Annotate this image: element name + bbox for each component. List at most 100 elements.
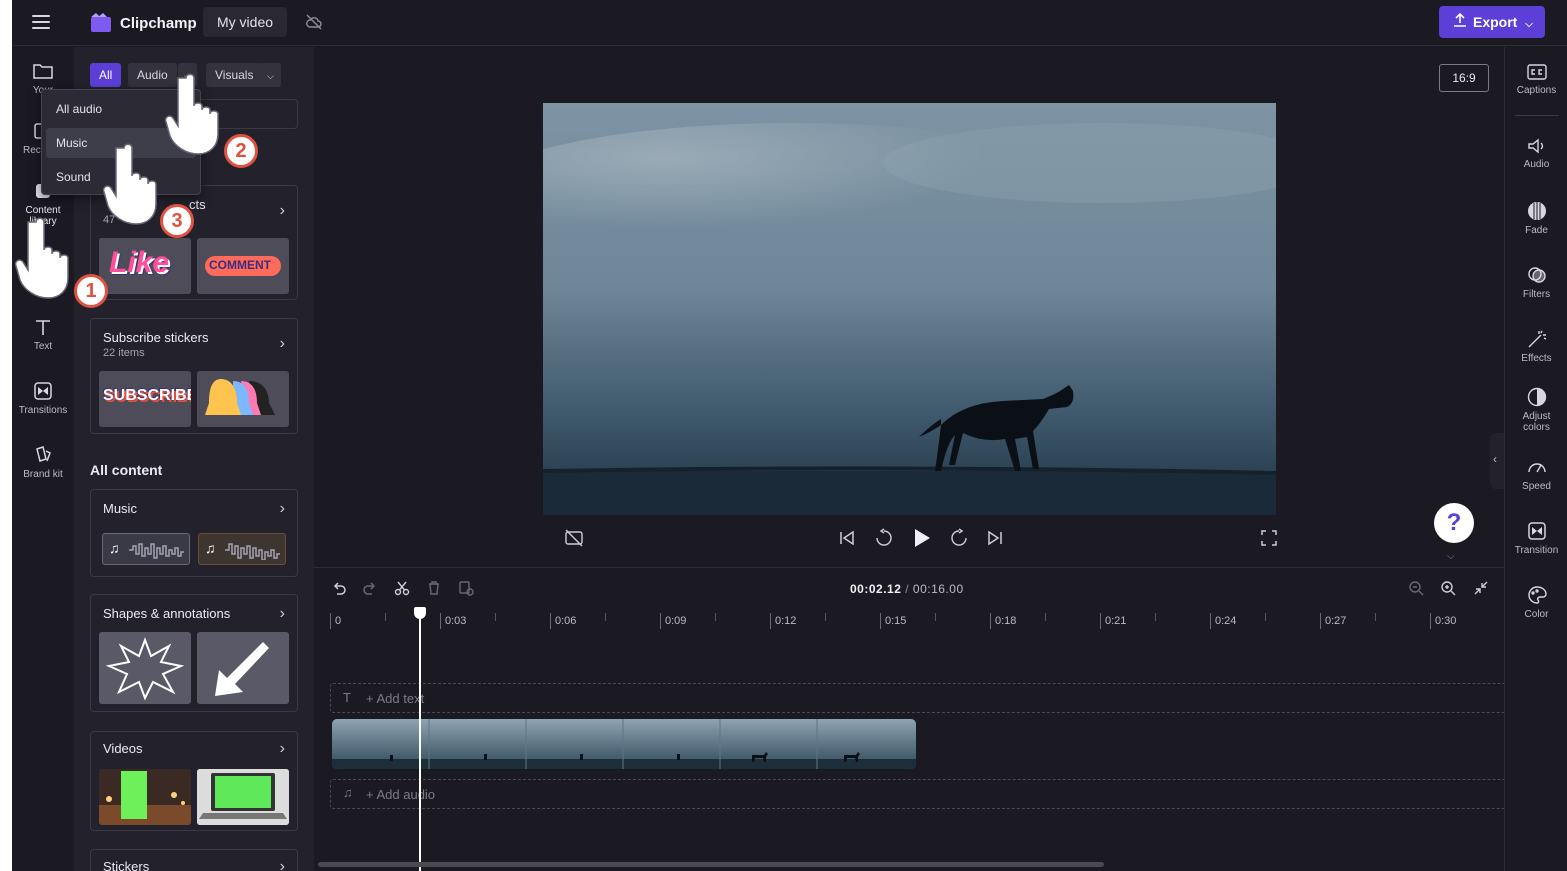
fade-icon [1527, 202, 1546, 220]
text-icon [36, 320, 50, 335]
ruler-tick [330, 613, 331, 629]
laptop-video-thumbnail[interactable] [197, 769, 289, 825]
video-preview-area: 16:9 ? ⌵ ‹ [314, 47, 1504, 567]
panel-adjust-colors[interactable]: Adjust colors [1505, 387, 1567, 433]
ruler-tick-label: 0:09 [665, 615, 687, 627]
filter-all[interactable]: All [90, 63, 122, 87]
step-badge-1: 1 [74, 274, 108, 308]
ruler-minor-tick [715, 613, 716, 621]
app-name: Clipchamp [120, 15, 197, 32]
chevron-right-icon: › [279, 335, 285, 352]
panel-captions[interactable]: Captions [1505, 63, 1567, 96]
app-window: Clipchamp My video Export ⌵ Your Reco cr… [12, 0, 1567, 871]
export-label: Export [1473, 14, 1518, 30]
music-track-thumbnail-2[interactable]: ♫ [198, 533, 286, 565]
project-title-field[interactable]: My video [203, 7, 288, 37]
ruler-minor-tick [1045, 613, 1046, 621]
time-ruler[interactable]: 0 0:03 0:06 0:09 0:12 0:15 0:18 0:21 0:24 0:27 0:3… [314, 568, 1504, 638]
card-subscribe-stickers[interactable]: Subscribe stickers 22 items › SUBSCRIBE [90, 318, 298, 434]
video-frame[interactable] [543, 103, 1276, 515]
playhead-line[interactable] [419, 613, 421, 871]
nav-text[interactable]: Text [12, 317, 74, 352]
ruler-tick-label: 0:21 [1105, 615, 1127, 627]
ruler-tick-label: 0:18 [995, 615, 1017, 627]
skip-to-start-icon[interactable] [838, 529, 856, 552]
ruler-minor-tick [1265, 613, 1266, 621]
fullscreen-icon[interactable] [1260, 529, 1278, 552]
ruler-tick [990, 613, 991, 629]
add-audio-button[interactable]: + Add audio [366, 787, 435, 802]
panel-effects[interactable]: Effects [1505, 329, 1567, 364]
comment-sticker-thumbnail[interactable]: COMMENT [197, 238, 289, 294]
hide-captions-icon[interactable] [564, 529, 584, 552]
filter-visuals-chevron[interactable]: ⌵ [260, 63, 281, 87]
forward-5s-icon[interactable] [949, 528, 969, 553]
ruler-tick-label: 0:24 [1215, 615, 1237, 627]
ruler-tick-label: 0:06 [555, 615, 577, 627]
ruler-minor-tick [495, 613, 496, 621]
nav-transitions[interactable]: Transitions [12, 381, 74, 416]
ruler-tick-label: 0:03 [445, 615, 467, 627]
chevron-right-icon: › [279, 858, 285, 871]
step-badge-3: 3 [160, 204, 194, 238]
music-note-icon: ♫ [205, 540, 216, 556]
ruler-tick [550, 613, 551, 629]
ruler-minor-tick [1375, 613, 1376, 621]
rewind-5s-icon[interactable] [874, 528, 894, 553]
panel-color[interactable]: Color [1505, 585, 1567, 620]
timeline-panel: 00:02.12 / 00:16.00 0 0:03 0:06 0:09 0:12 0:1… [314, 567, 1510, 871]
hamburger-menu-icon[interactable] [32, 11, 50, 33]
burst-shape-thumbnail[interactable] [99, 632, 191, 704]
timeline-scrollbar[interactable] [318, 862, 1104, 867]
ruler-tick [770, 613, 771, 629]
music-note-icon: ♫ [343, 785, 353, 800]
chevron-right-icon: › [279, 202, 285, 219]
ruler-minor-tick [825, 613, 826, 621]
ruler-minor-tick [605, 613, 606, 621]
chevron-left-icon: ‹ [1493, 452, 1497, 466]
ruler-tick [440, 613, 441, 629]
cloud-off-icon[interactable] [305, 13, 323, 36]
music-track-thumbnail[interactable]: ♫ [102, 533, 190, 565]
text-track[interactable]: T + Add text [330, 683, 1510, 713]
card-shapes-annotations[interactable]: Shapes & annotations › [90, 594, 298, 712]
panel-transition[interactable]: Transition [1505, 521, 1567, 556]
help-button[interactable]: ? [1434, 503, 1474, 543]
like-sticker-thumbnail[interactable]: Like [99, 238, 191, 294]
subscribe-sticker-thumbnail[interactable]: SUBSCRIBE [99, 371, 191, 427]
adjust-colors-icon [1527, 387, 1546, 407]
panel-filters[interactable]: Filters [1505, 265, 1567, 300]
ruler-tick-label: 0 [335, 615, 342, 627]
clipchamp-logo-icon [90, 12, 112, 34]
collapse-right-panel-handle[interactable]: ‹ [1490, 433, 1504, 489]
all-content-heading: All content [90, 462, 163, 478]
card-music[interactable]: Music › ♫ ♫ [90, 489, 298, 577]
ruler-tick-label: 0:15 [885, 615, 907, 627]
skip-to-end-icon[interactable] [986, 529, 1004, 552]
play-icon[interactable] [912, 527, 932, 554]
card-stickers[interactable]: Stickers › [90, 849, 298, 871]
nav-brand-kit[interactable]: Brand kit [12, 445, 74, 480]
arrow-shape-thumbnail[interactable] [197, 632, 289, 704]
music-note-icon: ♫ [109, 540, 120, 556]
chevron-down-icon[interactable]: ⌵ [1447, 551, 1455, 562]
card-videos[interactable]: Videos › [90, 731, 298, 831]
add-text-button[interactable]: + Add text [366, 691, 424, 706]
properties-panel: Captions Audio Fade Filters Effects Adju… [1504, 47, 1567, 871]
ruler-tick [880, 613, 881, 629]
bell-sticker-thumbnail[interactable] [197, 371, 289, 427]
folder-icon [33, 64, 53, 79]
ruler-tick-label: 0:30 [1435, 615, 1457, 627]
export-button[interactable]: Export ⌵ [1439, 6, 1545, 38]
ruler-tick-label: 0:27 [1325, 615, 1347, 627]
aspect-ratio-button[interactable]: 16:9 [1439, 64, 1489, 92]
panel-audio[interactable]: Audio [1505, 137, 1567, 170]
audio-track[interactable]: ♫ + Add audio [330, 779, 1510, 809]
panel-speed[interactable]: Speed [1505, 457, 1567, 492]
ruler-minor-tick [935, 613, 936, 621]
greenscreen-video-thumbnail[interactable] [99, 769, 191, 825]
ruler-tick [1430, 613, 1431, 629]
chevron-right-icon: › [279, 740, 285, 757]
ruler-tick-label: 0:12 [775, 615, 797, 627]
panel-fade[interactable]: Fade [1505, 201, 1567, 236]
